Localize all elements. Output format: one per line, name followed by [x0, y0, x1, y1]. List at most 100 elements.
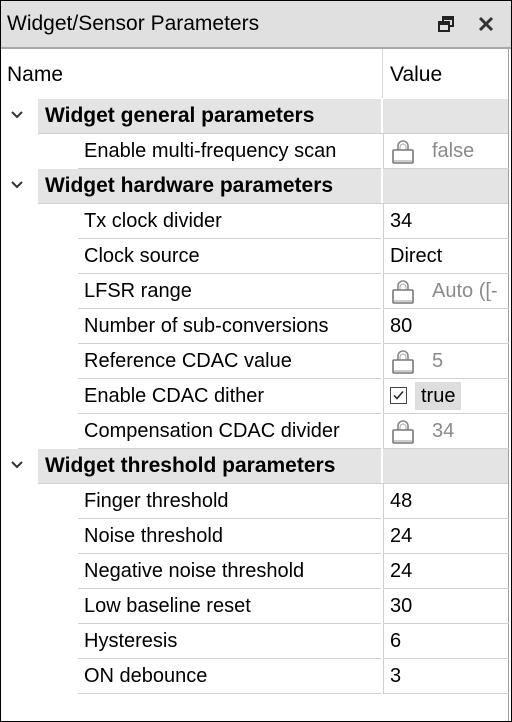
property-row[interactable]: Finger threshold 48	[1, 484, 509, 519]
property-value[interactable]: 6	[390, 630, 401, 653]
property-value[interactable]: true	[415, 382, 462, 410]
property-value-cell[interactable]: 24	[383, 519, 509, 554]
property-name-cell[interactable]: ON debounce	[78, 659, 381, 694]
property-name: Clock source	[84, 245, 200, 267]
property-name-cell[interactable]: Hysteresis	[78, 624, 381, 659]
close-button[interactable]	[473, 10, 499, 38]
column-header-name[interactable]: Name	[7, 63, 63, 87]
lock-icon	[390, 279, 416, 305]
group-label: Widget general parameters	[45, 104, 315, 127]
property-value[interactable]: 34	[390, 210, 412, 233]
property-value[interactable]: 30	[390, 595, 412, 618]
column-header-value[interactable]: Value	[390, 63, 442, 87]
property-value-cell[interactable]: true	[383, 379, 509, 414]
property-value[interactable]: 3	[390, 665, 401, 688]
group-row[interactable]: Widget hardware parameters	[1, 169, 508, 204]
column-separator	[381, 169, 383, 203]
property-name: Noise threshold	[84, 525, 223, 547]
group-label: Widget threshold parameters	[45, 454, 336, 477]
property-name-cell[interactable]: Tx clock divider	[78, 204, 381, 239]
property-row[interactable]: ON debounce 3	[1, 659, 509, 694]
chevron-down-icon[interactable]	[9, 177, 25, 193]
checkmark-icon	[393, 391, 404, 400]
property-value: false	[432, 140, 475, 162]
property-name: Hysteresis	[84, 630, 178, 652]
chevron-down-icon[interactable]	[9, 107, 25, 123]
property-name-cell[interactable]: Clock source	[78, 239, 381, 274]
property-row[interactable]: Clock source Direct	[1, 239, 509, 274]
checkbox[interactable]	[390, 387, 407, 404]
float-window-icon	[438, 16, 454, 32]
property-name-cell[interactable]: Low baseline reset	[78, 589, 381, 624]
property-name-cell[interactable]: Noise threshold	[78, 519, 381, 554]
property-name: Enable multi-frequency scan	[84, 140, 337, 162]
property-value: Auto ([-	[432, 280, 498, 302]
property-row[interactable]: LFSR range Auto ([-	[1, 274, 509, 309]
property-name: LFSR range	[84, 280, 192, 302]
column-separator[interactable]	[382, 49, 383, 98]
float-window-button[interactable]	[433, 10, 459, 38]
property-name-cell[interactable]: Compensation CDAC divider	[78, 414, 381, 449]
property-name: Tx clock divider	[84, 210, 222, 232]
property-value-cell: Auto ([-	[383, 274, 509, 309]
property-value-cell[interactable]: 6	[383, 624, 509, 659]
property-value[interactable]: Direct	[390, 245, 442, 268]
property-name-cell[interactable]: Enable multi-frequency scan	[78, 134, 381, 169]
property-name-cell[interactable]: Number of sub-conversions	[78, 309, 381, 344]
property-value-cell: 5	[383, 344, 509, 379]
property-name: Number of sub-conversions	[84, 315, 329, 337]
property-value-cell[interactable]: 24	[383, 554, 509, 589]
property-name-cell[interactable]: Enable CDAC dither	[78, 379, 381, 414]
close-icon	[478, 16, 494, 32]
property-value-cell[interactable]: 30	[383, 589, 509, 624]
property-name: Negative noise threshold	[84, 560, 305, 582]
property-row[interactable]: Hysteresis 6	[1, 624, 509, 659]
panel-titlebar: Widget/Sensor Parameters	[1, 1, 511, 49]
property-value-cell[interactable]: 34	[383, 204, 509, 239]
group-row[interactable]: Widget general parameters	[1, 99, 508, 134]
property-name-cell[interactable]: Negative noise threshold	[78, 554, 381, 589]
property-value: 5	[432, 350, 444, 372]
property-row[interactable]: Tx clock divider 34	[1, 204, 509, 239]
property-value-cell[interactable]: Direct	[383, 239, 509, 274]
lock-icon	[390, 349, 416, 375]
panel-title: Widget/Sensor Parameters	[7, 12, 260, 35]
property-value-cell[interactable]: 48	[383, 484, 509, 519]
property-value-cell[interactable]: 80	[383, 309, 509, 344]
property-grid: Name Value Widget general parameters Enab…	[1, 49, 509, 721]
property-value[interactable]: 24	[390, 560, 412, 583]
chevron-down-icon[interactable]	[9, 457, 25, 473]
property-name: Compensation CDAC divider	[84, 420, 340, 442]
property-row[interactable]: Noise threshold 24	[1, 519, 509, 554]
property-name: Finger threshold	[84, 490, 229, 512]
property-name: Reference CDAC value	[84, 350, 292, 372]
property-row[interactable]: Low baseline reset 30	[1, 589, 509, 624]
property-name: Low baseline reset	[84, 595, 251, 617]
property-value-cell: false	[383, 134, 509, 169]
property-value: 34	[432, 420, 455, 442]
property-name-cell[interactable]: LFSR range	[78, 274, 381, 309]
property-value[interactable]: 48	[390, 490, 412, 513]
group-row[interactable]: Widget threshold parameters	[1, 449, 508, 484]
property-value-cell: 34	[383, 414, 509, 449]
property-row[interactable]: Number of sub-conversions 80	[1, 309, 509, 344]
property-value[interactable]: 80	[390, 315, 412, 338]
lock-icon	[390, 419, 416, 445]
property-name: Enable CDAC dither	[84, 385, 265, 407]
lock-icon	[390, 139, 416, 165]
property-value[interactable]: 24	[390, 525, 412, 548]
property-row[interactable]: Enable multi-frequency scan false	[1, 134, 509, 169]
property-row[interactable]: Compensation CDAC divider 34	[1, 414, 509, 449]
group-label: Widget hardware parameters	[45, 174, 334, 197]
property-row[interactable]: Enable CDAC dither true	[1, 379, 509, 414]
sensor-parameters-panel: Widget/Sensor Parameters Name Value Widg…	[0, 0, 512, 722]
column-separator	[381, 99, 383, 133]
property-value-cell[interactable]: 3	[383, 659, 509, 694]
property-name: ON debounce	[84, 665, 208, 687]
property-row[interactable]: Reference CDAC value 5	[1, 344, 509, 379]
property-name-cell[interactable]: Finger threshold	[78, 484, 381, 519]
property-name-cell[interactable]: Reference CDAC value	[78, 344, 381, 379]
grid-header: Name Value	[1, 49, 508, 98]
column-separator	[381, 449, 383, 483]
property-row[interactable]: Negative noise threshold 24	[1, 554, 509, 589]
